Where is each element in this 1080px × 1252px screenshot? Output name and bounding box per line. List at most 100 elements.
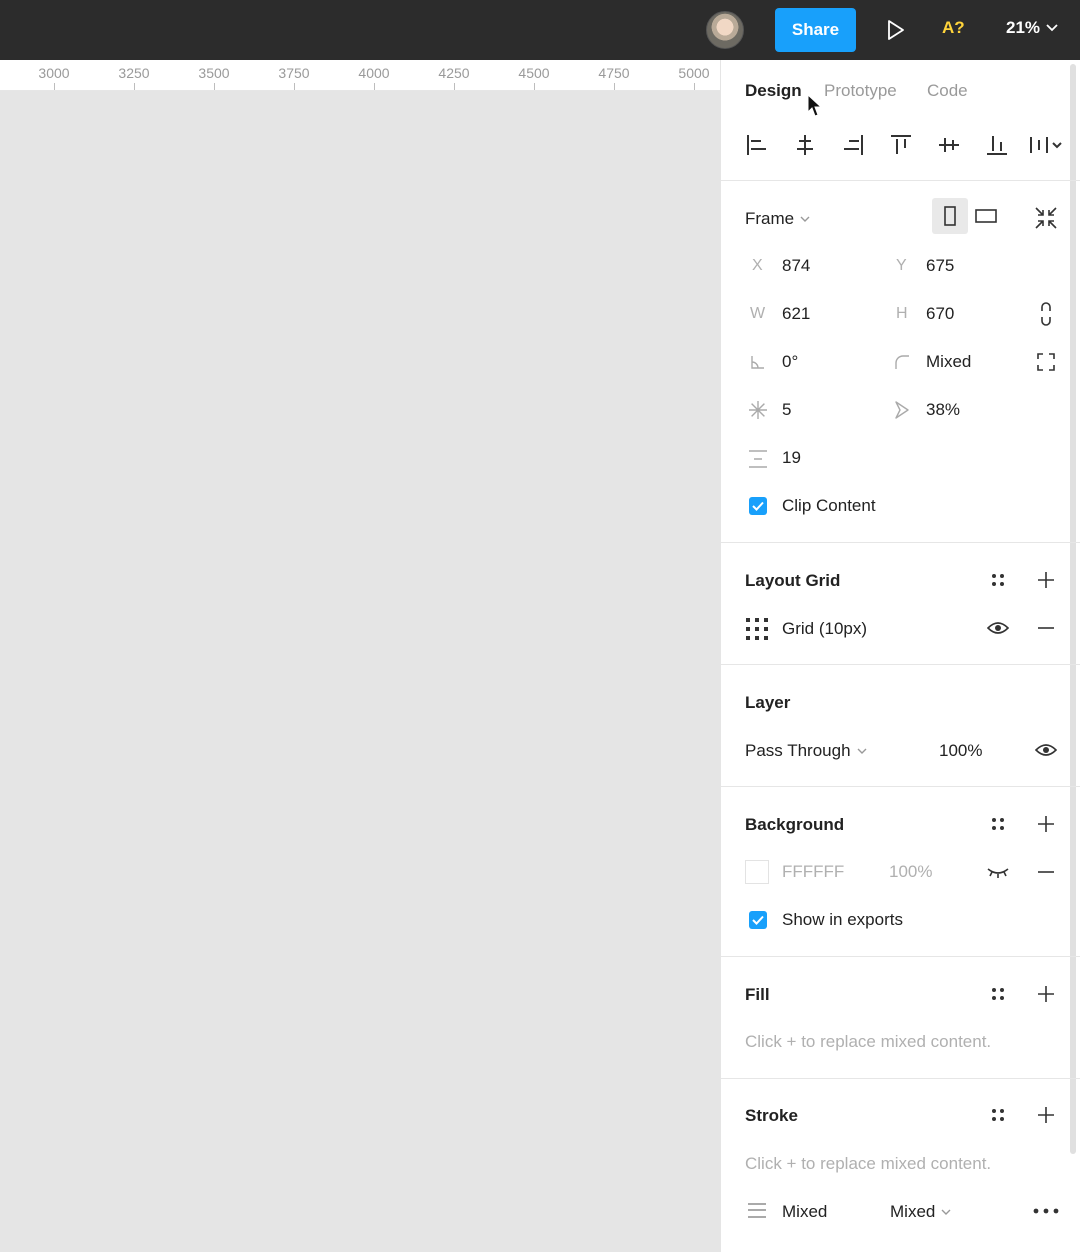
background-title: Background — [745, 815, 845, 834]
portrait-orientation-button[interactable] — [932, 198, 968, 234]
styles-icon[interactable] — [989, 1106, 1007, 1124]
stroke-weight-input[interactable]: Mixed — [782, 1202, 827, 1222]
user-avatar[interactable] — [706, 11, 744, 49]
ruler-tick — [214, 83, 215, 90]
landscape-icon[interactable] — [975, 209, 997, 223]
fill-hint: Click + to replace mixed content. — [745, 1032, 992, 1051]
stroke-position-value: Mixed — [890, 1202, 936, 1221]
plus-icon[interactable] — [1037, 815, 1055, 833]
ruler-tick — [54, 83, 55, 90]
show-in-exports-label: Show in exports — [782, 910, 903, 929]
align-left-icon[interactable] — [746, 134, 768, 156]
ruler-tick — [534, 83, 535, 90]
minus-icon[interactable] — [1037, 626, 1055, 630]
background-opacity-input[interactable]: 100% — [889, 862, 932, 882]
ruler-tick — [454, 83, 455, 90]
grid-label[interactable]: Grid (10px) — [782, 619, 867, 639]
star-ratio-icon — [895, 401, 909, 419]
show-in-exports-checkbox[interactable] — [749, 911, 767, 929]
ruler-tick-label: 3250 — [118, 65, 150, 81]
distribute-spacing-icon[interactable] — [1029, 134, 1065, 156]
checkmark-icon — [752, 915, 764, 925]
background-hex-input[interactable]: FFFFFF — [782, 862, 844, 882]
align-vertical-center-icon[interactable] — [938, 134, 960, 156]
checkmark-icon — [752, 501, 764, 511]
frame-label: Frame — [745, 209, 795, 228]
layout-grid-title: Layout Grid — [745, 571, 841, 590]
clip-content-label: Clip Content — [782, 496, 876, 515]
ruler-tick — [614, 83, 615, 90]
tab-design[interactable]: Design — [745, 81, 802, 101]
ruler-tick-label: 4750 — [598, 65, 630, 81]
background-color-swatch[interactable] — [745, 860, 769, 884]
styles-icon[interactable] — [989, 985, 1007, 1003]
share-button[interactable]: Share — [775, 8, 856, 52]
align-bottom-icon[interactable] — [986, 134, 1008, 156]
styles-icon[interactable] — [989, 571, 1007, 589]
blend-mode-dropdown[interactable]: Pass Through — [745, 741, 867, 761]
eye-icon[interactable] — [1035, 743, 1057, 757]
x-label: X — [752, 257, 763, 274]
properties-panel: Design Prototype Code Frame X 874 Y 675 … — [720, 60, 1080, 1252]
design-canvas[interactable] — [0, 91, 720, 1252]
chevron-down-icon — [800, 216, 810, 222]
frame-preset-dropdown[interactable]: Frame — [745, 209, 810, 229]
layer-title: Layer — [745, 693, 791, 712]
zoom-value: 21% — [1006, 18, 1041, 37]
plus-icon[interactable] — [1037, 985, 1055, 1003]
portrait-icon — [944, 206, 956, 226]
width-label: W — [750, 305, 766, 322]
constrain-proportions-icon[interactable] — [1039, 302, 1053, 326]
ruler-tick-label: 4500 — [518, 65, 550, 81]
panel-scrollbar[interactable] — [1070, 64, 1076, 1154]
y-input[interactable]: 675 — [926, 256, 954, 276]
ruler-tick-label: 3500 — [198, 65, 230, 81]
present-button[interactable] — [880, 16, 910, 44]
spacing-icon — [749, 450, 767, 468]
fill-title: Fill — [745, 985, 770, 1004]
ruler-tick-label: 4000 — [358, 65, 390, 81]
section-divider — [721, 786, 1080, 787]
tab-prototype[interactable]: Prototype — [824, 81, 897, 101]
section-divider — [721, 1078, 1080, 1079]
minus-icon[interactable] — [1037, 870, 1055, 874]
zoom-dropdown[interactable]: 21% — [1006, 18, 1058, 38]
top-toolbar: Share A? 21% — [0, 0, 1080, 60]
accessibility-check-button[interactable]: A? — [942, 18, 965, 38]
tab-code[interactable]: Code — [927, 81, 968, 101]
stroke-position-dropdown[interactable]: Mixed — [890, 1202, 951, 1222]
independent-corners-icon[interactable] — [1037, 353, 1055, 371]
corner-radius-input[interactable]: Mixed — [926, 352, 971, 372]
styles-icon[interactable] — [989, 815, 1007, 833]
section-divider — [721, 542, 1080, 543]
plus-icon[interactable] — [1037, 1106, 1055, 1124]
section-divider — [721, 956, 1080, 957]
ruler-tick-label: 3000 — [38, 65, 70, 81]
spacing-input[interactable]: 19 — [782, 448, 801, 468]
stroke-hint: Click + to replace mixed content. — [745, 1154, 992, 1173]
star-points-icon — [749, 401, 767, 419]
plus-icon[interactable] — [1037, 571, 1055, 589]
layer-opacity-input[interactable]: 100% — [939, 741, 982, 761]
grid-icon[interactable] — [745, 617, 769, 641]
ratio-input[interactable]: 38% — [926, 400, 960, 420]
chevron-down-icon — [941, 1209, 951, 1215]
points-input[interactable]: 5 — [782, 400, 791, 420]
align-right-icon[interactable] — [842, 134, 864, 156]
section-divider — [721, 664, 1080, 665]
ruler-tick — [694, 83, 695, 90]
align-horizontal-center-icon[interactable] — [794, 134, 816, 156]
eye-closed-icon[interactable] — [987, 866, 1009, 878]
x-input[interactable]: 874 — [782, 256, 810, 276]
horizontal-ruler: 3000 3250 3500 3750 4000 4250 4500 4750 … — [0, 60, 720, 91]
align-top-icon[interactable] — [890, 134, 912, 156]
eye-icon[interactable] — [987, 621, 1009, 635]
rotation-input[interactable]: 0° — [782, 352, 798, 372]
chevron-down-icon — [1046, 24, 1058, 32]
more-options-icon[interactable] — [1033, 1208, 1059, 1214]
height-input[interactable]: 670 — [926, 304, 954, 324]
width-input[interactable]: 621 — [782, 304, 810, 324]
resize-to-fit-icon[interactable] — [1034, 206, 1058, 230]
clip-content-checkbox[interactable] — [749, 497, 767, 515]
ruler-tick — [294, 83, 295, 90]
